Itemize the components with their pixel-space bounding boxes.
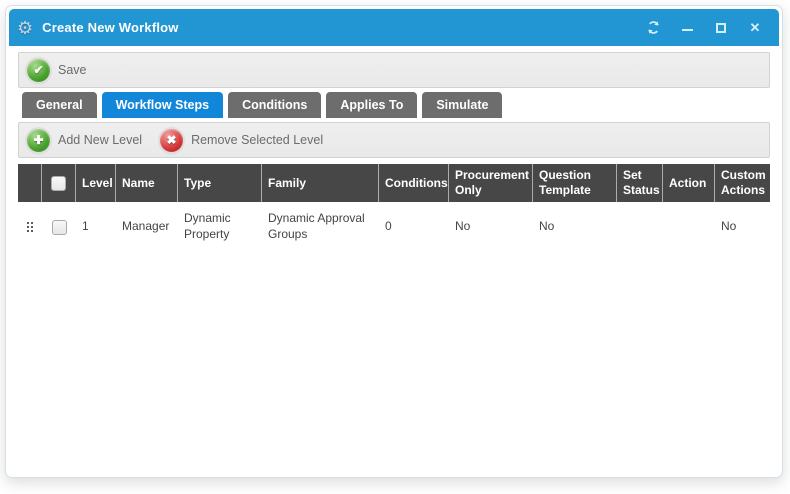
cell-type: Dynamic Property: [178, 202, 262, 252]
tab-strip: General Workflow Steps Conditions Applie…: [22, 92, 770, 118]
close-icon: ✕: [750, 20, 761, 36]
tab-conditions[interactable]: Conditions: [228, 92, 321, 118]
header-type: Type: [178, 164, 262, 202]
level-toolbar: ✚ Add New Level ✖ Remove Selected Level: [18, 122, 770, 158]
tab-general[interactable]: General: [22, 92, 97, 118]
row-checkbox[interactable]: [52, 220, 67, 235]
titlebar[interactable]: ⚙ Create New Workflow: [9, 9, 779, 46]
header-name: Name: [116, 164, 178, 202]
workflow-steps-table: Level Name Type Family Conditions Procur…: [18, 164, 770, 252]
tab-applies-to[interactable]: Applies To: [326, 92, 417, 118]
cell-custom-actions: No: [715, 202, 781, 252]
minimize-icon: [682, 29, 693, 31]
header-family: Family: [262, 164, 379, 202]
remove-selected-level-label: Remove Selected Level: [191, 133, 323, 147]
header-drag-column: [18, 164, 42, 202]
gear-icon: ⚙: [17, 19, 33, 37]
header-question-template: Question Template: [533, 164, 617, 202]
cell-procurement-only: No: [449, 202, 533, 252]
header-procurement-only: Procurement Only: [449, 164, 533, 202]
close-button[interactable]: ✕: [745, 18, 765, 38]
cell-conditions: 0: [379, 202, 449, 252]
header-checkbox-cell: [42, 164, 76, 202]
tab-workflow-steps[interactable]: Workflow Steps: [102, 92, 224, 118]
refresh-button[interactable]: [643, 18, 663, 38]
tab-simulate[interactable]: Simulate: [422, 92, 502, 118]
header-action: Action: [663, 164, 715, 202]
header-set-status: Set Status: [617, 164, 663, 202]
header-custom-actions: Custom Actions: [715, 164, 781, 202]
row-drag-cell: [18, 202, 42, 252]
cell-question-template: No: [533, 202, 617, 252]
maximize-icon: [716, 23, 726, 33]
table-row[interactable]: 1 Manager Dynamic Property Dynamic Appro…: [18, 202, 770, 252]
save-toolbar: ✔ Save: [18, 52, 770, 88]
save-button[interactable]: ✔ Save: [27, 59, 87, 82]
cell-set-status: [617, 202, 663, 252]
sync-arrows-icon: [646, 20, 661, 35]
remove-cross-icon: ✖: [160, 129, 183, 152]
add-plus-icon: ✚: [27, 129, 50, 152]
cell-level: 1: [76, 202, 116, 252]
add-new-level-button[interactable]: ✚ Add New Level: [27, 129, 142, 152]
save-button-label: Save: [58, 63, 87, 77]
create-new-workflow-dialog: ⚙ Create New Workflow: [5, 5, 783, 478]
add-new-level-label: Add New Level: [58, 133, 142, 147]
row-checkbox-cell: [42, 202, 76, 252]
minimize-button[interactable]: [677, 18, 697, 38]
header-level: Level: [76, 164, 116, 202]
cell-action: [663, 202, 715, 252]
drag-handle-icon[interactable]: [27, 222, 33, 232]
save-check-icon: ✔: [27, 59, 50, 82]
maximize-button[interactable]: [711, 18, 731, 38]
header-conditions: Conditions: [379, 164, 449, 202]
table-header-row: Level Name Type Family Conditions Procur…: [18, 164, 770, 202]
remove-selected-level-button[interactable]: ✖ Remove Selected Level: [160, 129, 323, 152]
cell-family: Dynamic Approval Groups: [262, 202, 379, 252]
window-title: Create New Workflow: [42, 20, 643, 35]
select-all-checkbox[interactable]: [51, 176, 66, 191]
cell-name: Manager: [116, 202, 178, 252]
